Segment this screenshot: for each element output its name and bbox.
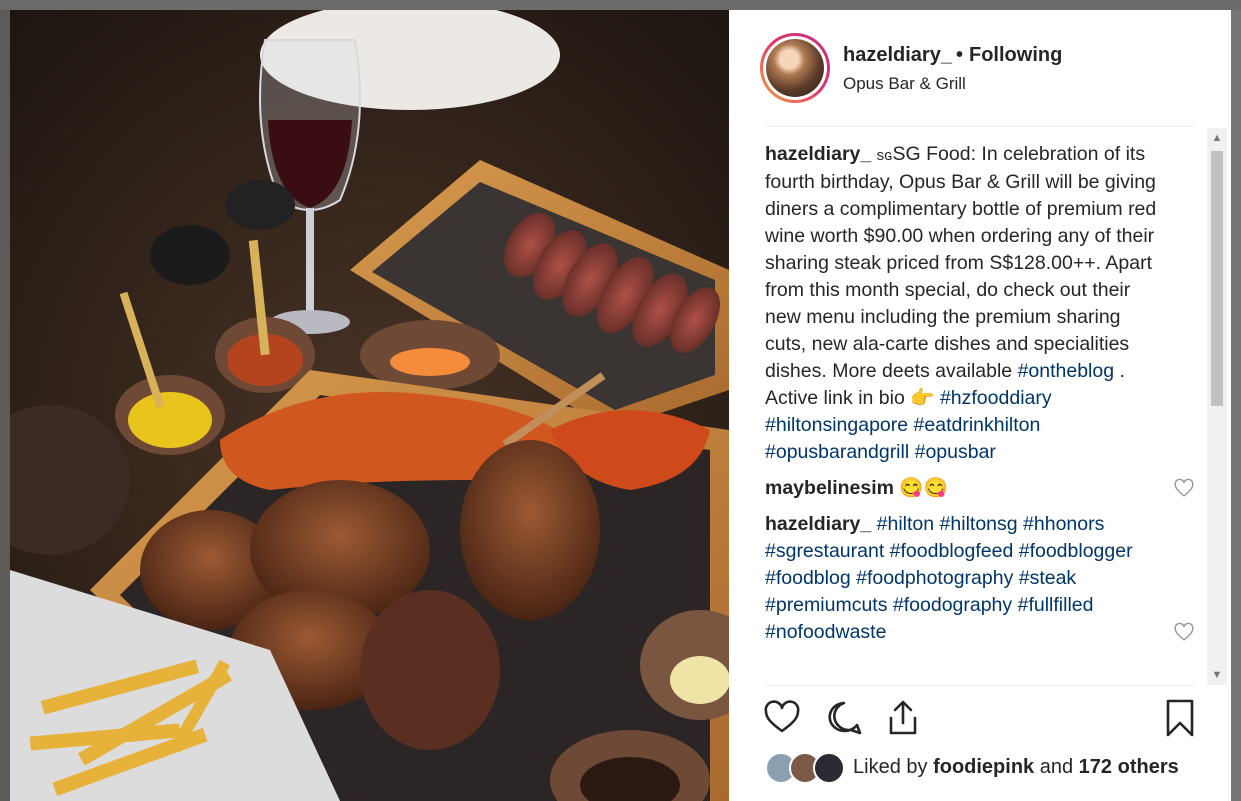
- hashtag[interactable]: #hhonors: [1023, 513, 1104, 535]
- hashtag[interactable]: #hilton: [877, 513, 934, 535]
- comments-list: hazeldiary_ sɢSG Food: In celebration of…: [765, 141, 1205, 684]
- hashtag[interactable]: #ontheblog: [1018, 360, 1115, 382]
- following-button[interactable]: Following: [969, 44, 1062, 67]
- liked-by-and: and: [1039, 756, 1074, 778]
- location-link[interactable]: Opus Bar & Grill: [843, 74, 966, 94]
- hashtag[interactable]: #foodblog: [765, 567, 851, 589]
- bookmark-icon[interactable]: [1160, 698, 1200, 738]
- sg-emoji: sɢ: [876, 147, 893, 164]
- hashtag[interactable]: #sgrestaurant: [765, 540, 884, 562]
- actions-divider: [765, 685, 1195, 686]
- hashtag[interactable]: #foodblogger: [1019, 540, 1133, 562]
- background-page-left: [0, 10, 10, 801]
- food-photo-illustration: [10, 10, 729, 801]
- comment-author[interactable]: hazeldiary_: [765, 513, 871, 535]
- username-link[interactable]: hazeldiary_: [843, 44, 952, 67]
- like-comment-heart-icon[interactable]: [1173, 621, 1195, 643]
- scroll-up-arrow-icon[interactable]: ▲: [1207, 128, 1227, 148]
- scroll-down-arrow-icon[interactable]: ▼: [1207, 665, 1227, 685]
- likes-count-link[interactable]: 172 others: [1079, 756, 1179, 778]
- share-icon[interactable]: [883, 698, 923, 738]
- hashtag[interactable]: #opusbar: [915, 441, 996, 463]
- hashtag[interactable]: #hzfooddiary: [940, 387, 1052, 409]
- scroll-thumb[interactable]: [1211, 151, 1223, 406]
- hashtag[interactable]: #nofoodwaste: [765, 621, 886, 643]
- background-page: [0, 0, 1241, 10]
- caption-author[interactable]: hazeldiary_: [765, 143, 871, 165]
- comment-author[interactable]: maybelinesim: [765, 477, 894, 499]
- separator-dot: •: [956, 44, 964, 66]
- comment-text: 😋😋: [899, 477, 948, 499]
- post-details-panel: hazeldiary_ • Following Opus Bar & Grill…: [729, 10, 1231, 801]
- liked-by-text: Liked by foodiepink and 172 others: [853, 756, 1179, 779]
- liked-by-prefix: Liked by: [853, 756, 928, 778]
- hashtag[interactable]: #premiumcuts: [765, 594, 887, 616]
- hashtag[interactable]: #steak: [1019, 567, 1076, 589]
- hashtag[interactable]: #foodblogfeed: [890, 540, 1014, 562]
- pointing-emoji: 👉: [910, 387, 935, 409]
- liker-avatar[interactable]: [813, 752, 845, 784]
- hashtag[interactable]: #eatdrinkhilton: [914, 414, 1041, 436]
- comment-item: hazeldiary_ #hilton #hiltonsg #hhonors #…: [765, 511, 1205, 646]
- header-divider: [765, 126, 1195, 127]
- hashtag[interactable]: #fullfilled: [1018, 594, 1094, 616]
- hashtag[interactable]: #hiltonsg: [940, 513, 1018, 535]
- hashtag[interactable]: #foodphotography: [856, 567, 1013, 589]
- caption: hazeldiary_ sɢSG Food: In celebration of…: [765, 141, 1205, 466]
- post-header: hazeldiary_ • Following Opus Bar & Grill: [729, 10, 1231, 126]
- heart-icon[interactable]: [762, 698, 802, 738]
- likes-summary: Liked by foodiepink and 172 others: [765, 750, 1205, 784]
- caption-line2: Active link in bio: [765, 387, 905, 409]
- avatar[interactable]: [763, 36, 827, 100]
- background-page-right: [1231, 10, 1241, 801]
- caption-after: .: [1114, 360, 1125, 382]
- like-comment-heart-icon[interactable]: [1173, 477, 1195, 499]
- hashtag[interactable]: #foodography: [893, 594, 1012, 616]
- liker-username[interactable]: foodiepink: [933, 756, 1034, 778]
- post-photo[interactable]: [10, 10, 729, 801]
- hashtag[interactable]: #hiltonsingapore: [765, 414, 908, 436]
- story-ring[interactable]: [760, 33, 830, 103]
- caption-text: SG Food: In celebration of its fourth bi…: [765, 143, 1157, 382]
- avatar-image: [766, 39, 824, 97]
- hashtag[interactable]: #opusbarandgrill: [765, 441, 909, 463]
- comments-scrollbar[interactable]: ▲ ▼: [1207, 128, 1227, 685]
- action-bar: [729, 696, 1231, 744]
- comment-icon[interactable]: [824, 698, 864, 738]
- comment-item: maybelinesim 😋😋: [765, 475, 1205, 502]
